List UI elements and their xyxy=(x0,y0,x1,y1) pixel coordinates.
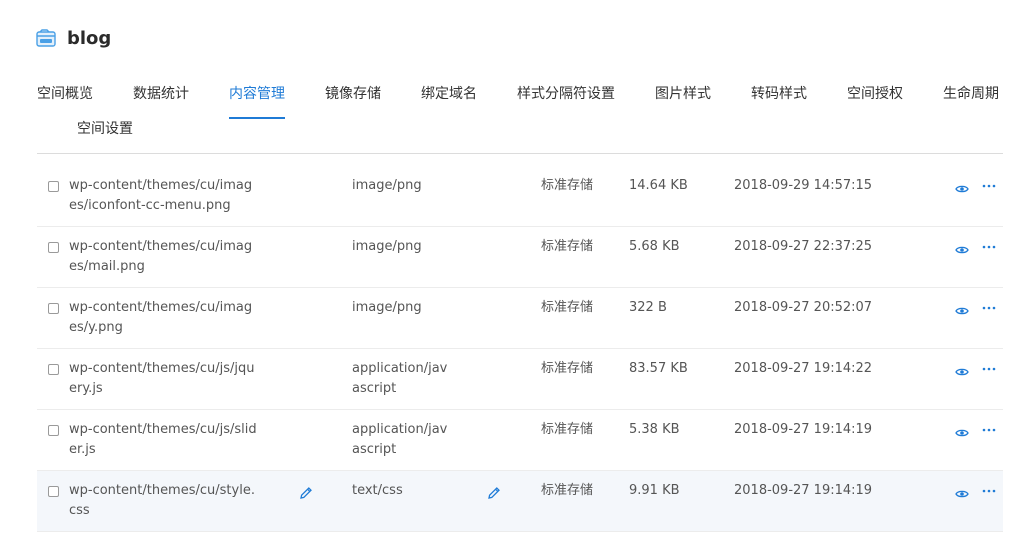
eye-icon[interactable] xyxy=(955,424,969,437)
active-tab-indicator xyxy=(229,117,285,119)
tab-lifecycle[interactable]: 生命周期 xyxy=(943,84,999,104)
file-date: 2018-09-27 19:14:22 xyxy=(734,361,873,376)
row-checkbox[interactable] xyxy=(48,181,59,192)
tab-style-separator[interactable]: 样式分隔符设置 xyxy=(517,84,615,104)
eye-icon[interactable] xyxy=(955,363,969,376)
bucket-title: blog xyxy=(67,27,112,49)
more-icon[interactable] xyxy=(981,361,997,375)
row-checkbox[interactable] xyxy=(48,242,59,253)
file-name[interactable]: wp-content/themes/cu/style.css xyxy=(69,481,257,521)
file-date: 2018-09-27 19:14:19 xyxy=(734,483,873,498)
tab-space-authorization[interactable]: 空间授权 xyxy=(847,84,903,104)
storage-class: 标准存储 xyxy=(541,239,594,254)
file-date: 2018-09-27 19:14:19 xyxy=(734,422,873,437)
edit-name-pencil-icon[interactable] xyxy=(299,485,313,499)
file-type: image/png xyxy=(352,300,422,315)
more-icon[interactable] xyxy=(981,178,997,192)
tab-mirror-storage[interactable]: 镜像存储 xyxy=(325,84,381,104)
table-row: wp-content/themes/cu/images/mail.png ima… xyxy=(37,227,1003,288)
more-icon[interactable] xyxy=(981,422,997,436)
file-name[interactable]: wp-content/themes/cu/js/slider.js xyxy=(69,420,257,460)
file-size: 5.38 KB xyxy=(629,422,680,437)
file-size: 9.91 KB xyxy=(629,483,680,498)
row-checkbox[interactable] xyxy=(48,303,59,314)
storage-class: 标准存储 xyxy=(541,361,594,376)
file-size: 5.68 KB xyxy=(629,239,680,254)
eye-icon[interactable] xyxy=(955,302,969,315)
file-size: 14.64 KB xyxy=(629,178,688,193)
tab-content-management[interactable]: 内容管理 xyxy=(229,84,285,104)
file-name[interactable]: wp-content/themes/cu/images/y.png xyxy=(69,298,257,338)
storage-class: 标准存储 xyxy=(541,178,594,193)
bucket-icon xyxy=(36,29,56,47)
more-icon[interactable] xyxy=(981,239,997,253)
tab-space-settings[interactable]: 空间设置 xyxy=(77,119,133,139)
row-checkbox[interactable] xyxy=(48,486,59,497)
file-name[interactable]: wp-content/themes/cu/images/mail.png xyxy=(69,237,257,277)
file-type: image/png xyxy=(352,239,422,254)
table-row: wp-content/themes/cu/images/iconfont-cc-… xyxy=(37,166,1003,227)
storage-class: 标准存储 xyxy=(541,483,594,498)
file-date: 2018-09-27 22:37:25 xyxy=(734,239,873,254)
edit-type-pencil-icon[interactable] xyxy=(487,485,501,499)
bucket-header: blog xyxy=(36,26,111,50)
file-date: 2018-09-27 20:52:07 xyxy=(734,300,873,315)
table-top-divider xyxy=(37,153,1003,154)
tab-overview[interactable]: 空间概览 xyxy=(37,84,93,104)
file-type: application/javascript xyxy=(352,422,448,457)
file-type: application/javascript xyxy=(352,361,448,396)
more-icon[interactable] xyxy=(981,483,997,497)
storage-class: 标准存储 xyxy=(541,300,594,315)
row-checkbox[interactable] xyxy=(48,364,59,375)
eye-icon[interactable] xyxy=(955,485,969,498)
table-row: wp-content/themes/cu/style.css text/css … xyxy=(37,471,1003,532)
eye-icon[interactable] xyxy=(955,180,969,193)
more-icon[interactable] xyxy=(981,300,997,314)
table-row: wp-content/themes/cu/js/slider.js applic… xyxy=(37,410,1003,471)
tab-image-style[interactable]: 图片样式 xyxy=(655,84,711,104)
file-name[interactable]: wp-content/themes/cu/images/iconfont-cc-… xyxy=(69,176,257,216)
file-name[interactable]: wp-content/themes/cu/js/jquery.js xyxy=(69,359,257,399)
table-row: wp-content/themes/cu/images/y.png image/… xyxy=(37,288,1003,349)
file-size: 83.57 KB xyxy=(629,361,688,376)
tab-transcode-style[interactable]: 转码样式 xyxy=(751,84,807,104)
row-checkbox[interactable] xyxy=(48,425,59,436)
table-row: wp-content/themes/cu/js/jquery.js applic… xyxy=(37,349,1003,410)
eye-icon[interactable] xyxy=(955,241,969,254)
tab-statistics[interactable]: 数据统计 xyxy=(133,84,189,104)
file-type: text/css xyxy=(352,483,403,498)
file-date: 2018-09-29 14:57:15 xyxy=(734,178,873,193)
file-size: 322 B xyxy=(629,300,667,315)
tab-bind-domain[interactable]: 绑定域名 xyxy=(421,84,477,104)
file-type: image/png xyxy=(352,178,422,193)
storage-class: 标准存储 xyxy=(541,422,594,437)
